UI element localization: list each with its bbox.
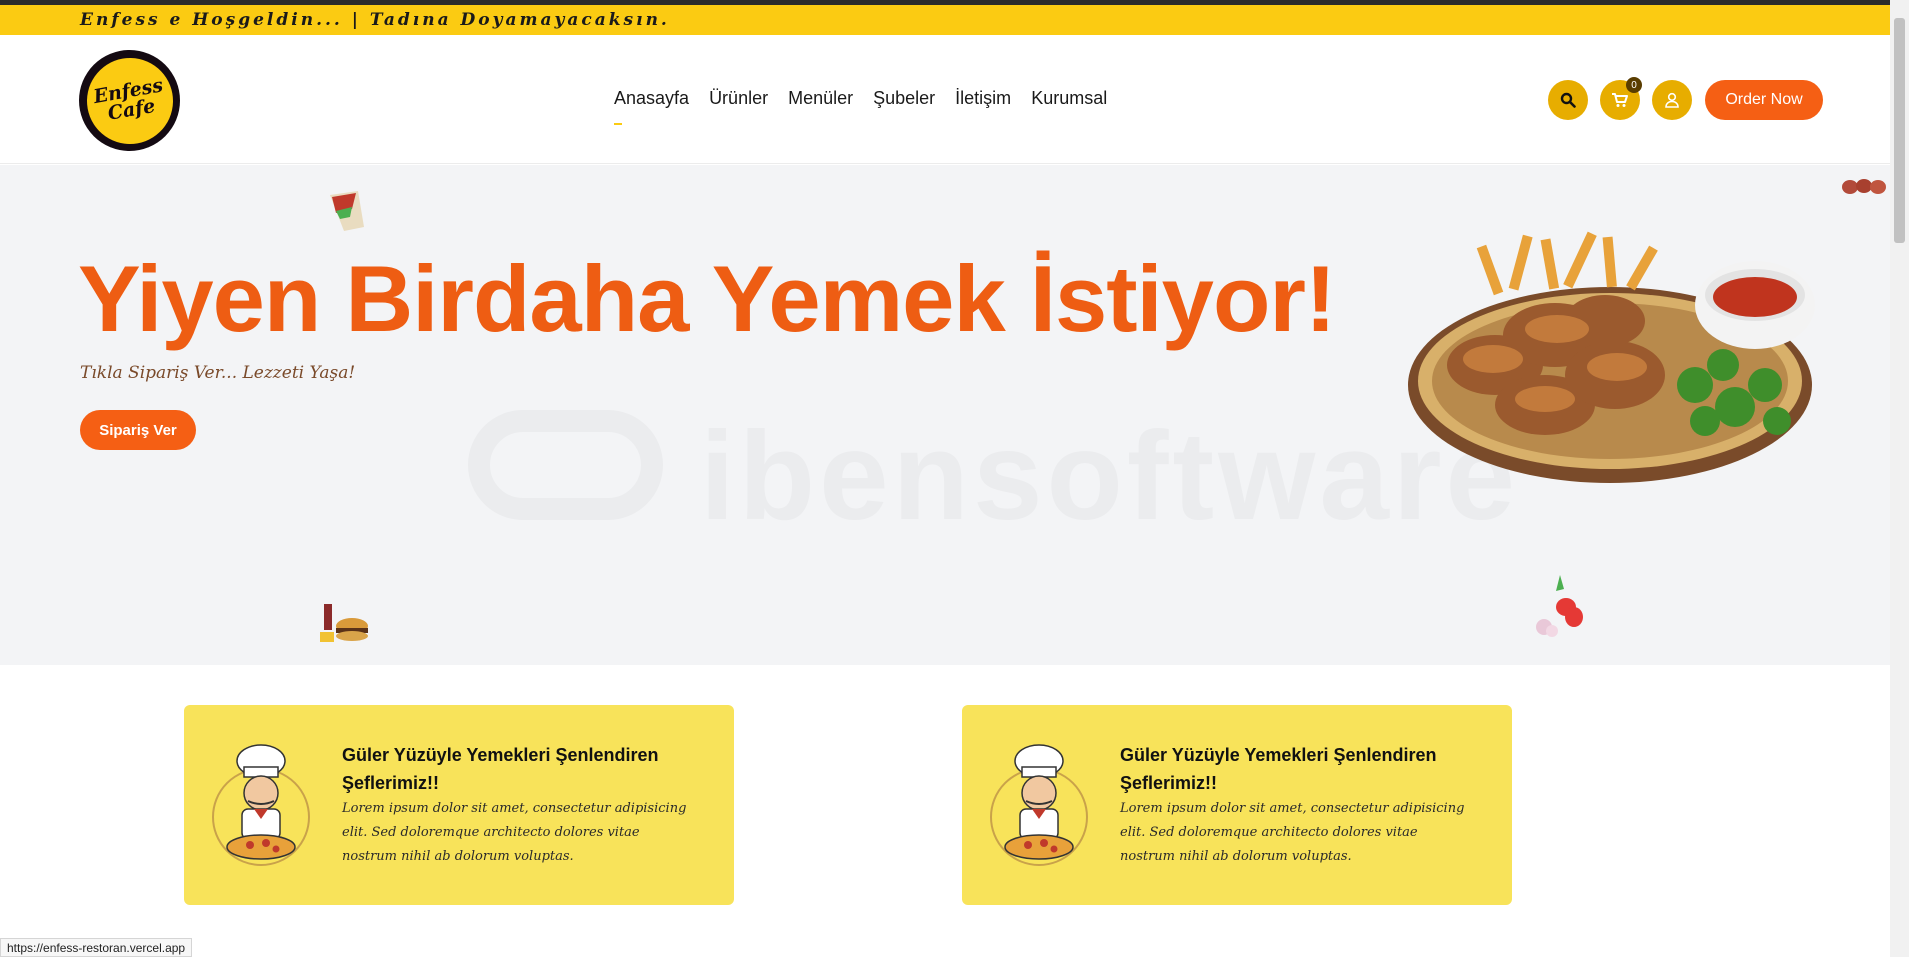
chef-card-text: Lorem ipsum dolor sit amet, consectetur … xyxy=(342,801,687,864)
search-button[interactable] xyxy=(1548,80,1588,120)
account-button[interactable] xyxy=(1652,80,1692,120)
chef-illustration xyxy=(990,744,1088,866)
site-logo[interactable]: Enfess Cafe xyxy=(79,50,180,151)
hero-section: ibensoftware Yiyen Birdaha Yemek İstiyor… xyxy=(0,165,1890,665)
order-now-button[interactable]: Order Now xyxy=(1705,80,1823,120)
chef-card-text: Lorem ipsum dolor sit amet, consectetur … xyxy=(1120,801,1465,864)
chef-card-title: Güler Yüzüyle Yemekleri Şenlendiren Şefl… xyxy=(342,745,659,793)
wrap-food-icon xyxy=(330,191,364,231)
chef-card-1: Güler Yüzüyle Yemekleri Şenlendiren Şefl… xyxy=(184,705,734,905)
cart-icon xyxy=(1612,93,1628,107)
nav-item-kurumsal[interactable]: Kurumsal xyxy=(1031,88,1107,113)
watermark-ring xyxy=(468,410,663,520)
site-header: Enfess Cafe Anasayfa Ürünler Menüler Şub… xyxy=(0,35,1890,164)
cart-button[interactable]: 0 xyxy=(1600,77,1642,120)
nav-item-urunler[interactable]: Ürünler xyxy=(709,88,768,113)
nav-item-iletisim[interactable]: İletişim xyxy=(955,88,1011,113)
scrollbar-thumb[interactable] xyxy=(1894,18,1905,243)
order-cta-button[interactable]: Sipariş Ver xyxy=(80,410,196,450)
browser-status-url: https://enfess-restoran.vercel.app xyxy=(0,938,193,957)
nav-item-menuler[interactable]: Menüler xyxy=(788,88,853,113)
burger-fries-icon xyxy=(320,604,368,642)
chicken-wings-plate-image xyxy=(1408,231,1815,483)
cart-count-badge: 0 xyxy=(1626,77,1642,93)
watermark-text: ibensoftware xyxy=(700,407,1519,546)
chef-illustration xyxy=(212,744,310,866)
announcement-text: Enfess e Hoşgeldin... | Tadına Doyamayac… xyxy=(80,10,670,30)
vegetables-icon xyxy=(1536,575,1583,637)
page-scrollbar[interactable] xyxy=(1890,0,1909,957)
chef-card-title: Güler Yüzüyle Yemekleri Şenlendiren Şefl… xyxy=(1120,745,1437,793)
user-icon xyxy=(1665,92,1679,108)
announcement-bar: Enfess e Hoşgeldin... | Tadına Doyamayac… xyxy=(0,5,1890,35)
chef-card-2: Güler Yüzüyle Yemekleri Şenlendiren Şefl… xyxy=(962,705,1512,905)
meat-skewer-icon xyxy=(1842,179,1886,194)
logo-badge: Enfess Cafe xyxy=(79,50,180,151)
hero-subtitle: Tıkla Sipariş Ver... Lezzeti Yaşa! xyxy=(80,363,356,383)
search-icon xyxy=(1560,92,1576,108)
nav-item-anasayfa[interactable]: Anasayfa xyxy=(614,88,689,125)
page: Enfess e Hoşgeldin... | Tadına Doyamayac… xyxy=(0,0,1909,957)
main-nav: Anasayfa Ürünler Menüler Şubeler İletişi… xyxy=(614,88,1107,125)
hero-title: Yiyen Birdaha Yemek İstiyor! xyxy=(78,246,1336,351)
nav-item-subeler[interactable]: Şubeler xyxy=(873,88,935,113)
